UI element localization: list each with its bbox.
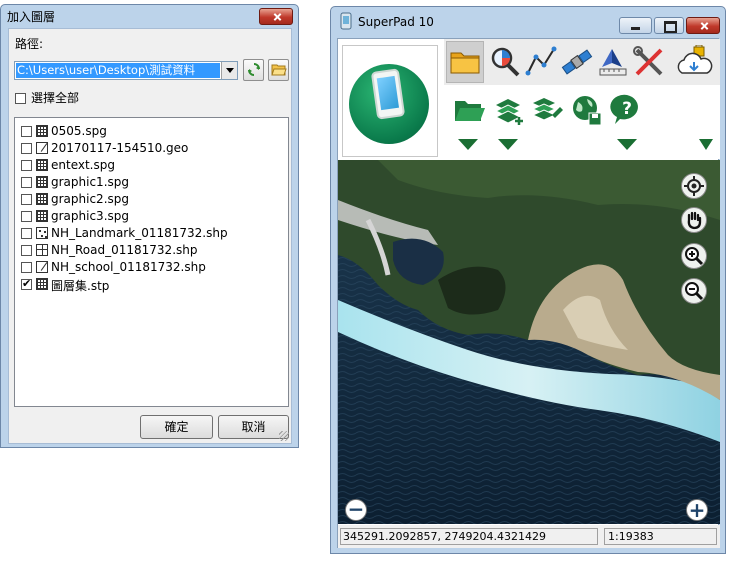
satellite-icon[interactable] (560, 45, 594, 79)
list-item[interactable]: entext.spg (15, 157, 285, 174)
add-layer-dialog: 加入圖層 路徑: C:\Users\user\Desktop\測試資料 選擇全部 (0, 4, 299, 448)
close-button[interactable] (259, 8, 293, 25)
hand-icon (687, 211, 702, 230)
window-title: SuperPad 10 (358, 15, 434, 29)
edit-layer-icon[interactable] (530, 93, 564, 127)
grid-icon (36, 159, 48, 171)
select-all-checkbox[interactable] (15, 93, 26, 104)
logo-emblem (349, 64, 429, 144)
list-item[interactable]: NH_Landmark_01181732.shp (15, 225, 285, 242)
list-item[interactable]: 0505.spg (15, 123, 285, 140)
superpad-logo (342, 45, 438, 157)
file-checkbox[interactable] (21, 245, 32, 256)
point-layer-icon (36, 227, 48, 239)
globe-save-icon[interactable] (570, 93, 604, 127)
zoom-in-icon (685, 247, 704, 266)
scale-readout: 1:19383 (604, 528, 717, 545)
file-name: entext.spg (51, 158, 115, 172)
list-item[interactable]: graphic2.spg (15, 191, 285, 208)
list-item[interactable]: NH_school_01181732.shp (15, 259, 285, 276)
add-layer-dropdown-icon[interactable] (498, 139, 518, 150)
pan-button[interactable] (681, 207, 707, 233)
open-layer-icon[interactable] (452, 93, 486, 127)
coordinates-readout: 345291.2092857, 2749204.4321429 (340, 528, 598, 545)
file-name: 20170117-154510.geo (51, 141, 189, 155)
list-item[interactable]: 20170117-154510.geo (15, 140, 285, 157)
cloud-icon[interactable] (674, 45, 714, 79)
draw-icon[interactable] (524, 45, 558, 79)
file-name: 0505.spg (51, 124, 107, 138)
file-name: NH_Landmark_01181732.shp (51, 226, 228, 240)
status-bar: 345291.2092857, 2749204.4321429 1:19383 (338, 525, 720, 548)
file-name: graphic3.spg (51, 209, 129, 223)
more-dropdown-icon[interactable] (699, 139, 713, 150)
file-name: NH_school_01181732.shp (51, 260, 206, 274)
list-item[interactable]: 圖層集.stp (15, 276, 285, 293)
file-checkbox[interactable] (21, 160, 32, 171)
app-icon (340, 12, 352, 30)
dialog-title: 加入圖層 (7, 10, 56, 24)
file-checkbox[interactable] (21, 211, 32, 222)
browse-folder-button[interactable] (268, 59, 289, 81)
satellite-image (338, 160, 720, 524)
minus-icon[interactable]: − (345, 499, 367, 521)
zoom-out-button[interactable] (681, 278, 707, 304)
grid-icon (36, 176, 48, 188)
resize-grip[interactable] (279, 431, 289, 441)
file-name: graphic1.spg (51, 175, 129, 189)
file-checkbox[interactable] (21, 194, 32, 205)
help-icon[interactable]: ? (610, 93, 644, 127)
file-checkbox[interactable] (21, 262, 32, 273)
file-checkbox-checked[interactable] (21, 277, 32, 290)
file-checkbox[interactable] (21, 228, 32, 239)
help-dropdown-icon[interactable] (617, 139, 637, 150)
list-item[interactable]: graphic1.spg (15, 174, 285, 191)
file-name: graphic2.spg (51, 192, 129, 206)
refresh-button[interactable] (243, 59, 264, 81)
dialog-body: 路徑: C:\Users\user\Desktop\測試資料 選擇全部 0505… (8, 28, 292, 444)
select-all-label: 選擇全部 (31, 91, 80, 105)
gps-locate-button[interactable] (681, 173, 707, 199)
superpad-window: SuperPad 10 ? − + 345291.2092857, 274920… (330, 6, 726, 554)
grid-icon (36, 210, 48, 222)
geo-icon (36, 261, 48, 273)
maximize-button[interactable] (654, 17, 684, 34)
map-view[interactable]: − + (338, 160, 720, 524)
folder-icon[interactable] (448, 45, 482, 79)
path-value: C:\Users\user\Desktop\測試資料 (16, 63, 220, 78)
grid-icon (36, 125, 48, 137)
zoom-out-icon (685, 282, 704, 301)
tools-icon[interactable] (632, 45, 666, 79)
path-combobox[interactable]: C:\Users\user\Desktop\測試資料 (14, 61, 238, 80)
svg-text:?: ? (622, 99, 632, 119)
add-layer-icon[interactable] (492, 93, 526, 127)
folder-open-icon (270, 64, 287, 76)
line-layer-icon (36, 244, 48, 256)
grid-icon (36, 278, 48, 290)
file-checkbox[interactable] (21, 177, 32, 188)
superpad-content: ? − + 345291.2092857, 2749204.4321429 1:… (337, 38, 720, 548)
file-list[interactable]: 0505.spg 20170117-154510.geo entext.spg … (14, 117, 289, 407)
close-button[interactable] (686, 17, 720, 34)
zoom-in-button[interactable] (681, 243, 707, 269)
open-layer-dropdown-icon[interactable] (458, 139, 478, 150)
file-name: 圖層集.stp (51, 279, 110, 293)
refresh-icon (247, 63, 260, 76)
grid-icon (36, 193, 48, 205)
plus-icon[interactable]: + (686, 499, 708, 521)
file-checkbox[interactable] (21, 143, 32, 154)
chevron-down-icon[interactable] (221, 62, 237, 79)
geo-icon (36, 142, 48, 154)
file-checkbox[interactable] (21, 126, 32, 137)
file-name: NH_Road_01181732.shp (51, 243, 198, 257)
search-icon[interactable] (488, 45, 522, 79)
survey-icon[interactable] (596, 45, 630, 79)
phone-icon (370, 68, 406, 120)
minimize-button[interactable] (619, 17, 652, 34)
list-item[interactable]: graphic3.spg (15, 208, 285, 225)
locate-icon (684, 176, 704, 196)
ok-button[interactable]: 確定 (140, 415, 213, 439)
path-label: 路徑: (15, 37, 44, 51)
list-item[interactable]: NH_Road_01181732.shp (15, 242, 285, 259)
